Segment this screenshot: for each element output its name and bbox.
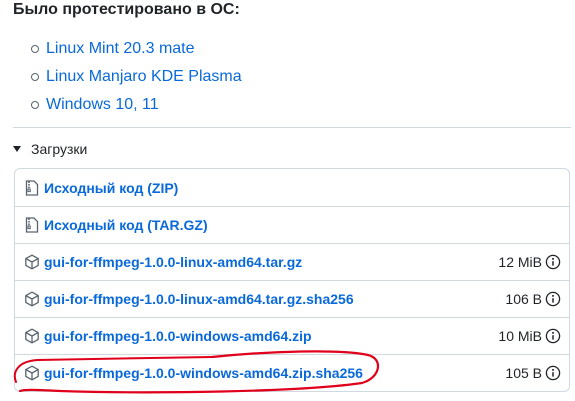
- package-icon: [24, 365, 40, 381]
- info-icon[interactable]: [545, 328, 561, 344]
- info-icon[interactable]: [545, 365, 561, 381]
- bullet-circle-icon: [31, 73, 39, 81]
- asset-size: 106 B: [505, 291, 542, 307]
- asset-size: 12 MiB: [498, 254, 542, 270]
- assets-list: Исходный код (ZIP) Исходный код (TAR.GZ)…: [14, 168, 570, 392]
- package-icon: [24, 291, 40, 307]
- asset-row-windows-sha256[interactable]: gui-for-ffmpeg-1.0.0-windows-amd64.zip.s…: [15, 354, 569, 391]
- file-zip-icon: [24, 179, 40, 196]
- caret-down-icon: [13, 146, 21, 153]
- downloads-toggle[interactable]: Загрузки: [13, 140, 87, 158]
- asset-row-linux-sha256[interactable]: gui-for-ffmpeg-1.0.0-linux-amd64.tar.gz.…: [15, 280, 569, 317]
- release-notes-panel: Было протестировано в ОС: Linux Mint 20.…: [0, 0, 575, 401]
- asset-meta: 10 MiB: [498, 328, 561, 344]
- list-item: Linux Mint 20.3 mate: [31, 38, 242, 66]
- asset-link[interactable]: Исходный код (ZIP): [44, 180, 561, 196]
- package-icon: [24, 328, 40, 344]
- package-icon: [24, 254, 40, 270]
- asset-link[interactable]: gui-for-ffmpeg-1.0.0-linux-amd64.tar.gz.…: [44, 291, 505, 307]
- tested-os-heading: Было протестировано в ОС:: [13, 1, 240, 18]
- asset-link[interactable]: gui-for-ffmpeg-1.0.0-linux-amd64.tar.gz: [44, 254, 498, 270]
- downloads-summary-label: Загрузки: [31, 141, 88, 157]
- asset-link[interactable]: gui-for-ffmpeg-1.0.0-windows-amd64.zip.s…: [44, 365, 505, 381]
- info-icon[interactable]: [545, 291, 561, 307]
- asset-row-linux-targz[interactable]: gui-for-ffmpeg-1.0.0-linux-amd64.tar.gz …: [15, 243, 569, 280]
- os-item-label: Linux Mint 20.3 mate: [46, 40, 195, 57]
- asset-link[interactable]: gui-for-ffmpeg-1.0.0-windows-amd64.zip: [44, 328, 498, 344]
- bullet-circle-icon: [31, 45, 39, 53]
- bullet-circle-icon: [31, 101, 39, 109]
- asset-size: 105 B: [505, 365, 542, 381]
- tested-os-list: Linux Mint 20.3 mate Linux Manjaro KDE P…: [31, 38, 242, 122]
- list-item: Linux Manjaro KDE Plasma: [31, 66, 242, 94]
- asset-row-source-zip[interactable]: Исходный код (ZIP): [15, 169, 569, 206]
- os-item-label: Linux Manjaro KDE Plasma: [46, 68, 242, 85]
- file-zip-icon: [24, 217, 40, 233]
- asset-row-source-targz[interactable]: Исходный код (TAR.GZ): [15, 206, 569, 243]
- asset-meta: 12 MiB: [498, 254, 561, 270]
- info-icon[interactable]: [545, 254, 561, 270]
- os-item-label: Windows 10, 11: [46, 96, 159, 113]
- asset-row-windows-zip[interactable]: gui-for-ffmpeg-1.0.0-windows-amd64.zip 1…: [15, 317, 569, 354]
- asset-size: 10 MiB: [498, 328, 542, 344]
- section-divider: [13, 127, 571, 128]
- asset-meta: 106 B: [505, 291, 561, 307]
- list-item: Windows 10, 11: [31, 94, 242, 122]
- asset-meta: 105 B: [505, 365, 561, 381]
- asset-link[interactable]: Исходный код (TAR.GZ): [44, 217, 561, 233]
